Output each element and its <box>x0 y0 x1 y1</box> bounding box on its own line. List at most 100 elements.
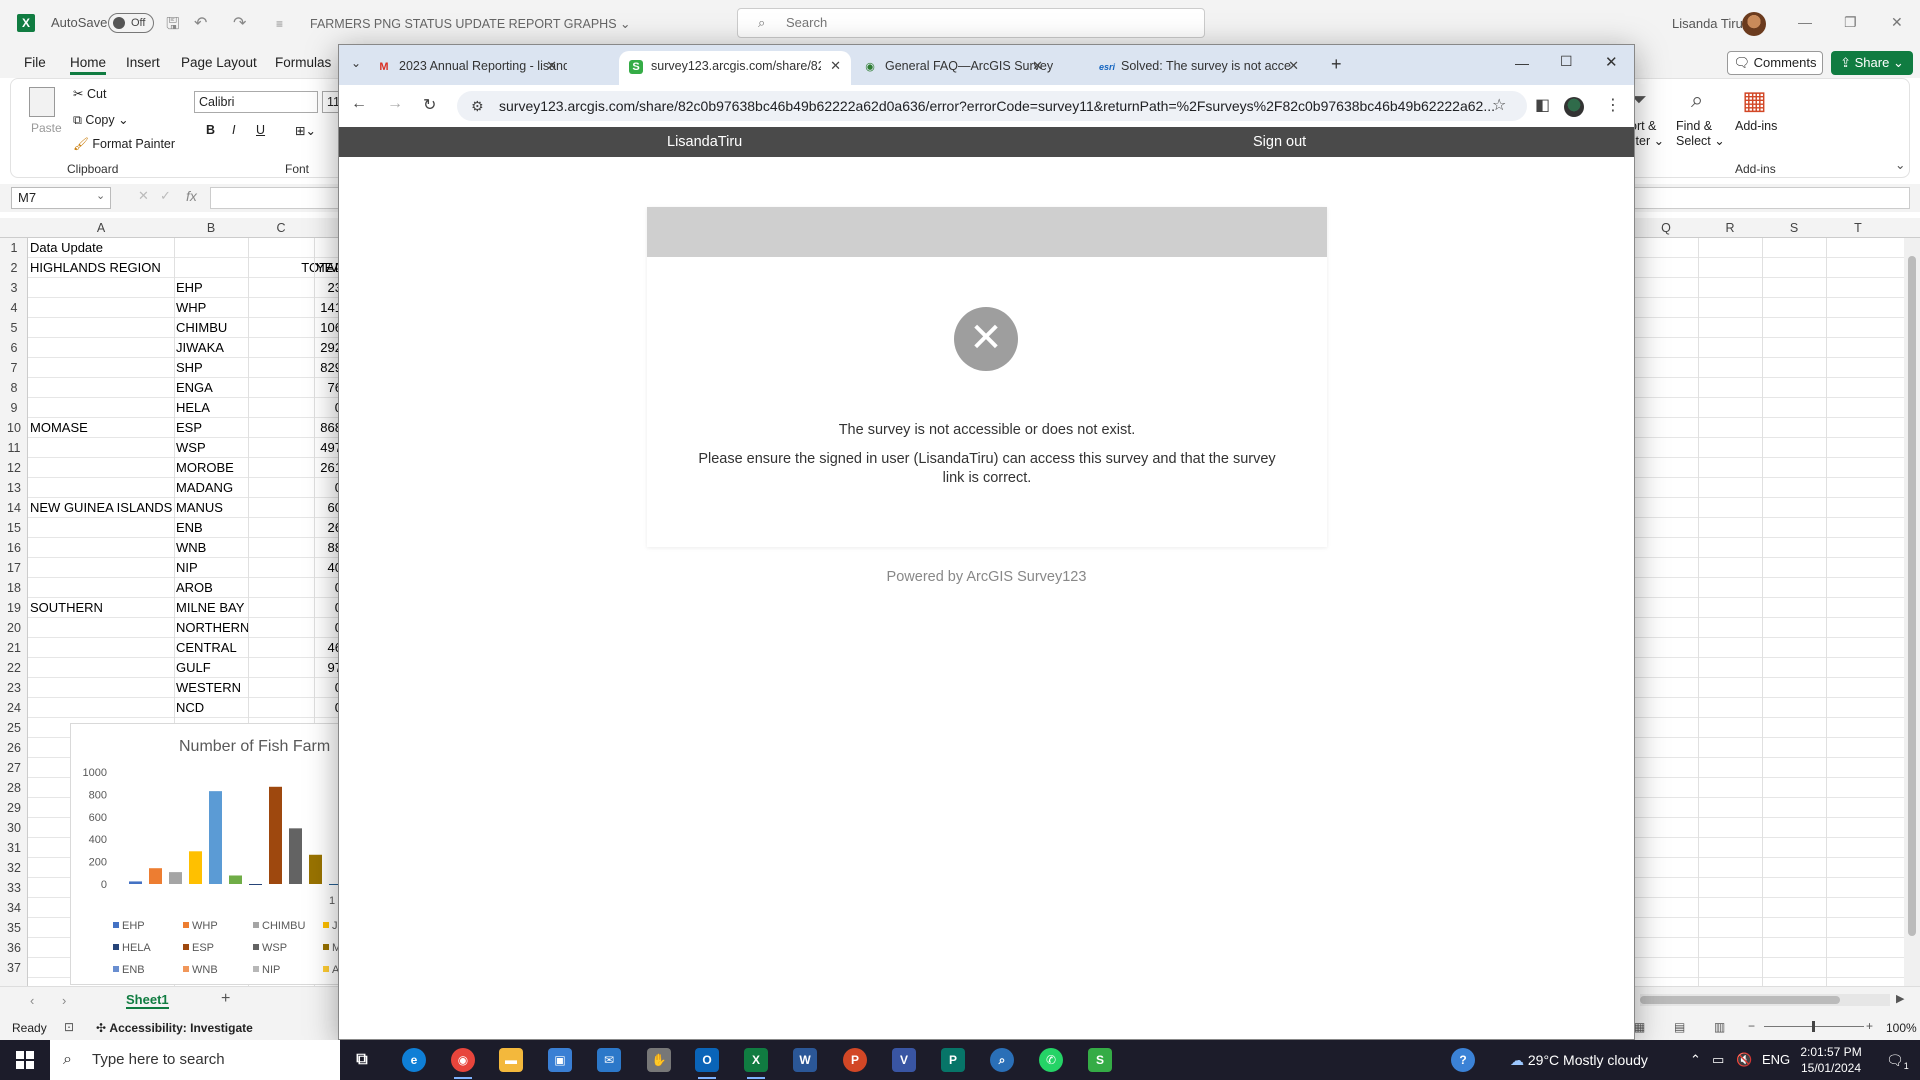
row-header[interactable]: 34 <box>0 898 28 918</box>
chrome-maximize-icon[interactable]: ☐ <box>1560 53 1573 70</box>
excel-minimize-icon[interactable]: — <box>1798 14 1812 30</box>
avatar[interactable] <box>1742 12 1766 36</box>
enter-icon[interactable]: ✓ <box>160 188 171 204</box>
row-header[interactable]: 7 <box>0 358 28 378</box>
tab-general-faq[interactable]: ◉ General FAQ—ArcGIS Survey12 ✕ <box>853 51 1053 85</box>
cell-b[interactable]: CENTRAL <box>176 638 237 658</box>
row-header[interactable]: 6 <box>0 338 28 358</box>
address-bar[interactable]: ⚙ survey123.arcgis.com/share/82c0b97638b… <box>457 91 1527 121</box>
add-sheet-icon[interactable]: + <box>221 990 230 1008</box>
collapse-ribbon-icon[interactable]: ⌄ <box>1895 157 1905 172</box>
row-header[interactable]: 29 <box>0 798 28 818</box>
cell-b[interactable]: AROB <box>176 578 213 598</box>
excel-user-name[interactable]: Lisanda Tiru <box>1672 16 1743 31</box>
close-tab-icon[interactable]: ✕ <box>1288 51 1299 81</box>
cell-a[interactable]: HIGHLANDS REGION <box>30 258 161 278</box>
row-header[interactable]: 16 <box>0 538 28 558</box>
chrome-close-icon[interactable]: ✕ <box>1605 53 1618 71</box>
row-header[interactable]: 20 <box>0 618 28 638</box>
cell-c[interactable]: 97 <box>248 658 342 678</box>
edge-icon[interactable]: e <box>402 1048 426 1072</box>
row-header[interactable]: 21 <box>0 638 28 658</box>
visio-icon[interactable]: V <box>892 1048 916 1072</box>
font-name-box[interactable]: Calibri <box>194 91 318 113</box>
word-icon[interactable]: W <box>793 1048 817 1072</box>
bold-button[interactable]: B <box>206 123 215 137</box>
add-ins-icon[interactable]: ▦ <box>1742 87 1767 113</box>
cell-c[interactable]: 106 <box>248 318 342 338</box>
new-tab-icon[interactable]: + <box>1331 54 1342 75</box>
paste-icon[interactable] <box>29 87 55 117</box>
tab-page-layout[interactable]: Page Layout <box>181 55 257 70</box>
cell-b[interactable]: MANUS <box>176 498 223 518</box>
cell-b[interactable]: ESP <box>176 418 202 438</box>
column-header-c[interactable]: C <box>248 221 314 235</box>
find-select-button[interactable]: Find & Select ⌄ <box>1676 119 1725 149</box>
cell-b[interactable]: ENGA <box>176 378 213 398</box>
outlook-icon[interactable]: O <box>695 1048 719 1079</box>
cancel-icon[interactable]: ✕ <box>138 188 149 204</box>
excel-search-box[interactable]: ⌕ Search <box>737 8 1205 38</box>
row-header[interactable]: 23 <box>0 678 28 698</box>
cell-b[interactable]: WSP <box>176 438 206 458</box>
sheet-tab-sheet1[interactable]: Sheet1 <box>126 992 169 1009</box>
side-panel-icon[interactable]: ◧ <box>1535 95 1550 115</box>
sign-out-link[interactable]: Sign out <box>1253 134 1306 150</box>
cell-c[interactable]: 292 <box>248 338 342 358</box>
row-header[interactable]: 11 <box>0 438 28 458</box>
cell-b[interactable]: MILNE BAY <box>176 598 244 618</box>
task-view-icon[interactable]: ⧉ <box>350 1048 374 1072</box>
row-header[interactable]: 25 <box>0 718 28 738</box>
clock[interactable]: 2:01:57 PM 15/01/2024 <box>1796 1044 1866 1076</box>
cell-c[interactable]: 868 <box>248 418 342 438</box>
tab-survey123[interactable]: S survey123.arcgis.com/share/82c ✕ <box>619 51 851 85</box>
cell-b[interactable]: MADANG <box>176 478 233 498</box>
find-icon[interactable]: ⌕ <box>1691 87 1703 113</box>
cell-a[interactable]: NEW GUINEA ISLANDS <box>30 498 172 518</box>
row-header[interactable]: 35 <box>0 918 28 938</box>
whatsapp-icon[interactable]: ✆ <box>1039 1048 1063 1072</box>
autosave-toggle[interactable]: Off <box>108 13 154 33</box>
column-header-s[interactable]: S <box>1762 221 1826 235</box>
tab-home[interactable]: Home <box>70 55 107 75</box>
underline-button[interactable]: U <box>256 123 265 137</box>
row-header[interactable]: 18 <box>0 578 28 598</box>
zoom-level[interactable]: 100% <box>1886 1021 1917 1035</box>
app-hand-icon[interactable]: ✋ <box>647 1048 671 1072</box>
cell-b[interactable]: WESTERN <box>176 678 241 698</box>
chrome-icon[interactable]: ◉ <box>451 1048 475 1079</box>
mail-icon[interactable]: ✉ <box>597 1048 621 1072</box>
file-explorer-icon[interactable]: ▬ <box>499 1048 523 1072</box>
tab-gmail[interactable]: M 2023 Annual Reporting - lisand ✕ <box>367 51 567 85</box>
chrome-menu-icon[interactable]: ⋮ <box>1605 95 1621 115</box>
row-header[interactable]: 32 <box>0 858 28 878</box>
help-icon[interactable]: ? <box>1451 1048 1475 1072</box>
survey123-app-icon[interactable]: S <box>1088 1048 1112 1072</box>
add-ins-button[interactable]: Add-ins <box>1735 119 1777 133</box>
document-title[interactable]: FARMERS PNG STATUS UPDATE REPORT GRAPHS … <box>310 16 630 31</box>
cell-c[interactable]: 0 <box>248 678 342 698</box>
search-app-icon[interactable]: ⌕ <box>990 1048 1014 1072</box>
vertical-scroll-thumb[interactable] <box>1908 256 1916 936</box>
column-header-r[interactable]: R <box>1698 221 1762 235</box>
paste-button[interactable]: Paste <box>31 121 62 135</box>
save-icon[interactable]: 🖫 <box>166 13 180 40</box>
publisher-icon[interactable]: P <box>941 1048 965 1072</box>
row-header[interactable]: 1 <box>0 238 28 258</box>
store-icon[interactable]: ▣ <box>548 1048 572 1072</box>
italic-button[interactable]: I <box>232 123 235 137</box>
row-header[interactable]: 17 <box>0 558 28 578</box>
cell-b[interactable]: GULF <box>176 658 211 678</box>
cell-c[interactable]: 88 <box>248 538 342 558</box>
cell-b[interactable]: NORTHERN <box>176 618 249 638</box>
close-tab-icon[interactable]: ✕ <box>830 51 841 81</box>
page-break-view-icon[interactable]: ▥ <box>1714 1020 1725 1034</box>
insert-function-icon[interactable]: fx <box>186 188 197 204</box>
site-info-icon[interactable]: ⚙ <box>471 91 484 121</box>
cell-c[interactable]: 497 <box>248 438 342 458</box>
row-header[interactable]: 24 <box>0 698 28 718</box>
horizontal-scrollbar[interactable] <box>1640 994 1890 1006</box>
scroll-right-icon[interactable]: ▶ <box>1896 992 1904 1005</box>
weather-widget[interactable]: ☁ 29°C Mostly cloudy <box>1510 1052 1648 1069</box>
tab-file[interactable]: File <box>24 55 46 70</box>
